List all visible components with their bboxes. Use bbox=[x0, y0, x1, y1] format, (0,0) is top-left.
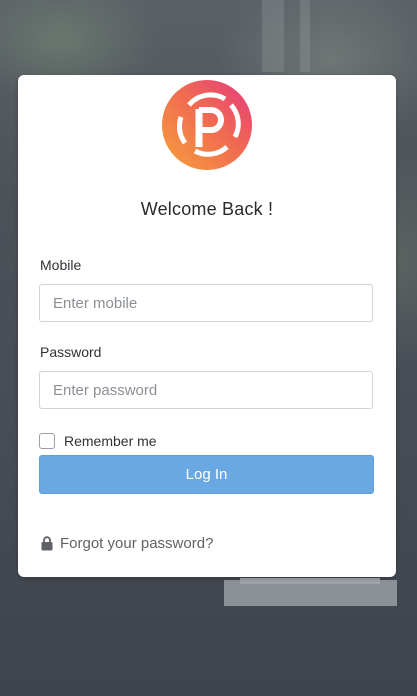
password-input[interactable] bbox=[39, 371, 373, 409]
mobile-label: Mobile bbox=[40, 257, 82, 273]
lock-icon bbox=[41, 536, 53, 551]
page-title: Welcome Back ! bbox=[140, 199, 274, 219]
p-logo-icon bbox=[162, 80, 252, 170]
mobile-input[interactable] bbox=[39, 284, 373, 322]
background-pillar bbox=[262, 0, 284, 72]
remember-me-checkbox[interactable] bbox=[39, 433, 55, 449]
background-pillar bbox=[300, 0, 310, 72]
remember-me-row[interactable]: Remember me bbox=[39, 433, 157, 449]
forgot-password-text: Forgot your password? bbox=[60, 535, 214, 552]
login-card: Welcome Back ! Mobile Password Remember … bbox=[18, 75, 396, 577]
login-button[interactable]: Log In bbox=[39, 455, 374, 494]
forgot-password-link[interactable]: Forgot your password? bbox=[41, 535, 213, 552]
background-ledge-top bbox=[240, 578, 380, 584]
remember-me-label: Remember me bbox=[64, 433, 157, 449]
password-label: Password bbox=[40, 344, 102, 360]
